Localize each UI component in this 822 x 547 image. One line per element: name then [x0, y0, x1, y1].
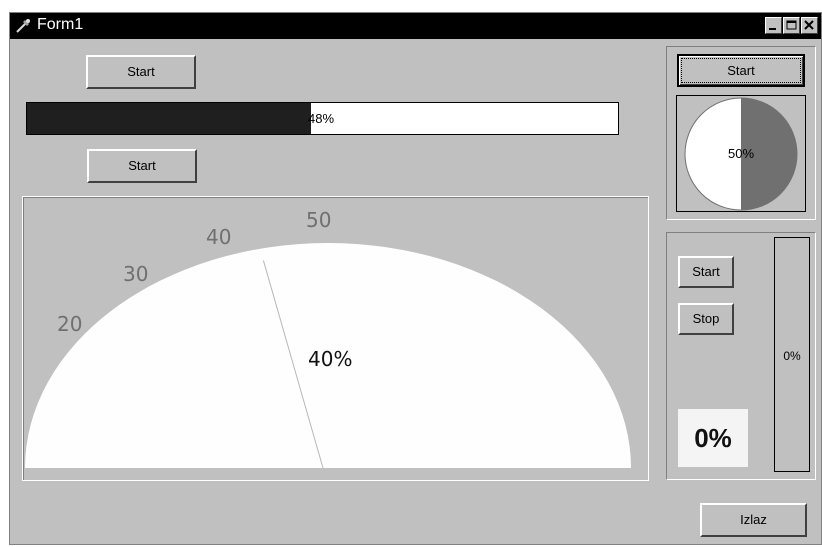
gauge-panel: 20 30 40 50 40%	[22, 196, 649, 481]
close-icon	[804, 20, 814, 30]
pie-label: 50%	[728, 146, 754, 161]
minimize-button[interactable]	[765, 17, 782, 34]
pie-svg: 50%	[684, 97, 798, 211]
start-button-second-label: Start	[128, 158, 156, 173]
gauge-value-label: 40%	[308, 347, 352, 371]
gauge-tick-50: 50	[306, 208, 331, 232]
gauge-tick-30: 30	[123, 262, 148, 286]
title-bar[interactable]: Form1	[10, 13, 821, 39]
vertical-progress-label: 0%	[783, 349, 801, 363]
minimize-icon	[769, 28, 776, 30]
gauge-tick-20: 20	[57, 312, 82, 336]
progress-fill	[27, 103, 311, 134]
progress-label: 48%	[308, 111, 335, 126]
gauge-tick-40: 40	[206, 225, 231, 249]
pie-progress: 50%	[676, 95, 806, 212]
izlaz-button-label: Izlaz	[740, 512, 767, 527]
start-button-right-label: Start	[692, 264, 720, 279]
gauge-svg: 20 30 40 50 40%	[25, 208, 631, 469]
stop-button[interactable]: Stop	[678, 303, 734, 335]
form1-window: Form1 Start 48% Start 20 30 40 50 40% St…	[9, 12, 822, 545]
start-button-top[interactable]: Start	[86, 55, 196, 89]
start-button-right[interactable]: Start	[678, 256, 734, 288]
window-title: Form1	[37, 16, 84, 33]
start-button-second[interactable]: Start	[87, 149, 197, 183]
stop-button-label: Stop	[692, 311, 720, 326]
start-button-top-label: Start	[127, 64, 155, 79]
horizontal-progress-bar: 48%	[26, 102, 619, 135]
izlaz-button[interactable]: Izlaz	[700, 503, 807, 537]
big-percent-label: 0%	[678, 409, 748, 467]
vertical-progress-bar: 0%	[774, 237, 810, 472]
maximize-button[interactable]	[783, 17, 800, 34]
focus-outline	[681, 58, 801, 83]
close-button[interactable]	[801, 17, 818, 34]
start-button-pie[interactable]: Start	[677, 54, 805, 87]
maximize-icon	[786, 20, 797, 30]
app-icon	[16, 19, 30, 33]
